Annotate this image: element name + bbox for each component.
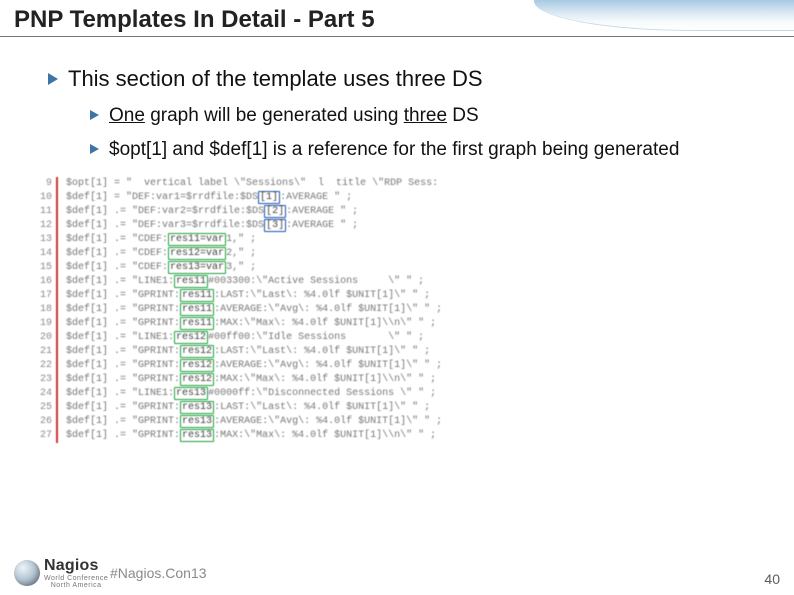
highlight-green: res13 bbox=[174, 387, 208, 400]
code-lines: $opt[1] = " vertical label \"Sessions\" … bbox=[58, 177, 442, 443]
line-number: 19 bbox=[40, 317, 52, 331]
code-line: $opt[1] = " vertical label \"Sessions\" … bbox=[66, 177, 442, 191]
line-number: 21 bbox=[40, 345, 52, 359]
code-line: $def[1] .= "GPRINT:res11:LAST:\"Last\: %… bbox=[66, 289, 442, 303]
bullet-level2: $opt[1] and $def[1] is a reference for t… bbox=[90, 138, 770, 163]
line-number: 22 bbox=[40, 359, 52, 373]
highlight-green: res13 bbox=[180, 401, 214, 414]
line-number: 15 bbox=[40, 261, 52, 275]
bullet-text: One graph will be generated using three … bbox=[109, 104, 479, 129]
code-line: $def[1] .= "GPRINT:res13:AVERAGE:\"Avg\:… bbox=[66, 415, 442, 429]
highlight-green: res13=var bbox=[168, 261, 226, 274]
triangle-bullet-icon bbox=[48, 73, 58, 85]
bullet-level1: This section of the template uses three … bbox=[48, 64, 770, 94]
code-line: $def[1] .= "GPRINT:res12:AVERAGE:\"Avg\:… bbox=[66, 359, 442, 373]
highlight-green: res12 bbox=[180, 373, 214, 386]
line-number: 14 bbox=[40, 247, 52, 261]
line-number: 16 bbox=[40, 275, 52, 289]
hashtag-text: #Nagios.Con13 bbox=[110, 565, 207, 581]
footer: Nagios World Conference North America #N… bbox=[0, 549, 794, 595]
code-line: $def[1] .= "GPRINT:res11:MAX:\"Max\: %4.… bbox=[66, 317, 442, 331]
line-number: 17 bbox=[40, 289, 52, 303]
code-snippet: 9101112131415161718192021222324252627 $o… bbox=[38, 177, 770, 443]
highlight-green: res12 bbox=[180, 359, 214, 372]
highlight-green: res13 bbox=[180, 415, 214, 428]
code-line: $def[1] .= "CDEF:res11=var1," ; bbox=[66, 233, 442, 247]
line-number: 24 bbox=[40, 387, 52, 401]
bullet-level2: One graph will be generated using three … bbox=[90, 104, 770, 129]
code-line: $def[1] .= "LINE1:res12#00ff00:\"Idle Se… bbox=[66, 331, 442, 345]
triangle-bullet-icon bbox=[90, 110, 99, 120]
brand-text: Nagios World Conference North America bbox=[44, 557, 108, 589]
triangle-bullet-icon bbox=[90, 144, 99, 154]
highlight-green: res11 bbox=[180, 317, 214, 330]
line-number-gutter: 9101112131415161718192021222324252627 bbox=[38, 177, 58, 443]
line-number: 26 bbox=[40, 415, 52, 429]
highlight-green: res11 bbox=[174, 275, 208, 288]
line-number: 18 bbox=[40, 303, 52, 317]
page-number: 40 bbox=[764, 571, 780, 587]
highlight-green: res12 bbox=[174, 331, 208, 344]
code-area: 9101112131415161718192021222324252627 $o… bbox=[38, 177, 770, 443]
globe-icon bbox=[14, 560, 40, 586]
slide: PNP Templates In Detail - Part 5 This se… bbox=[0, 0, 794, 595]
highlight-green: res13 bbox=[180, 429, 214, 442]
highlight-green: res11 bbox=[180, 289, 214, 302]
code-line: $def[1] .= "CDEF:res12=var2," ; bbox=[66, 247, 442, 261]
code-line: $def[1] = "DEF:var1=$rrdfile:$DS[1]:AVER… bbox=[66, 191, 442, 205]
line-number: 23 bbox=[40, 373, 52, 387]
highlight-green: res11=var bbox=[168, 233, 226, 246]
title-bar: PNP Templates In Detail - Part 5 bbox=[0, 0, 794, 50]
line-number: 13 bbox=[40, 233, 52, 247]
code-line: $def[1] .= "GPRINT:res13:LAST:\"Last\: %… bbox=[66, 401, 442, 415]
line-number: 20 bbox=[40, 331, 52, 345]
title-underline bbox=[0, 36, 794, 37]
code-line: $def[1] .= "DEF:var2=$rrdfile:$DS[2]:AVE… bbox=[66, 205, 442, 219]
highlight-green: res12=var bbox=[168, 247, 226, 260]
code-line: $def[1] .= "LINE1:res11#003300:\"Active … bbox=[66, 275, 442, 289]
code-line: $def[1] .= "DEF:var3=$rrdfile:$DS[3]:AVE… bbox=[66, 219, 442, 233]
highlight-green: res12 bbox=[180, 345, 214, 358]
code-line: $def[1] .= "GPRINT:res12:MAX:\"Max\: %4.… bbox=[66, 373, 442, 387]
highlight-blue: [2] bbox=[264, 205, 286, 218]
highlight-green: res11 bbox=[180, 303, 214, 316]
content-area: This section of the template uses three … bbox=[0, 50, 794, 443]
line-number: 25 bbox=[40, 401, 52, 415]
code-line: $def[1] .= "CDEF:res13=var3," ; bbox=[66, 261, 442, 275]
nagios-logo: Nagios World Conference North America bbox=[14, 557, 108, 589]
highlight-blue: [3] bbox=[264, 219, 286, 232]
code-line: $def[1] .= "GPRINT:res12:LAST:\"Last\: %… bbox=[66, 345, 442, 359]
code-line: $def[1] .= "GPRINT:res13:MAX:\"Max\: %4.… bbox=[66, 429, 442, 443]
code-line: $def[1] .= "LINE1:res13#0000ff:\"Disconn… bbox=[66, 387, 442, 401]
line-number: 12 bbox=[40, 219, 52, 233]
line-number: 10 bbox=[40, 191, 52, 205]
highlight-blue: [1] bbox=[258, 191, 280, 204]
line-number: 11 bbox=[40, 205, 52, 219]
code-line: $def[1] .= "GPRINT:res11:AVERAGE:\"Avg\:… bbox=[66, 303, 442, 317]
line-number: 27 bbox=[40, 429, 52, 443]
bullet-text: This section of the template uses three … bbox=[68, 64, 483, 94]
line-number: 9 bbox=[40, 177, 52, 191]
bullet-text: $opt[1] and $def[1] is a reference for t… bbox=[109, 138, 679, 163]
